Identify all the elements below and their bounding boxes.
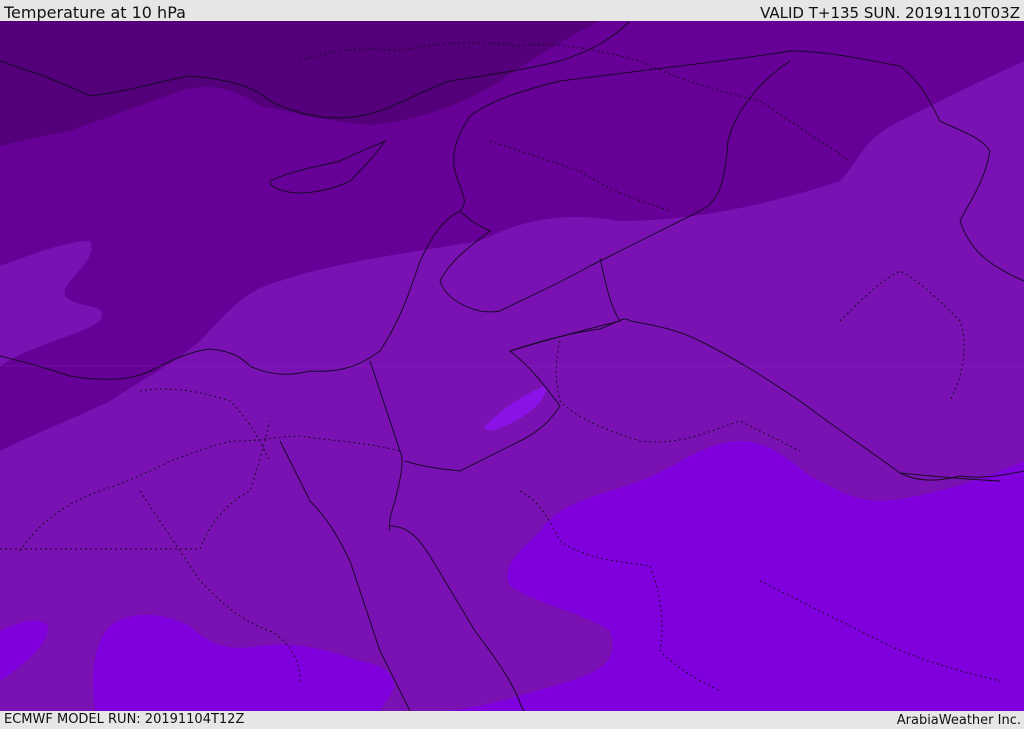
- header-bar: Temperature at 10 hPa VALID T+135 SUN. 2…: [0, 0, 1024, 22]
- weather-map[interactable]: [0, 21, 1024, 711]
- credit-label: ArabiaWeather Inc.: [896, 713, 1021, 728]
- valid-time-label: VALID T+135 SUN. 20191110T03Z: [760, 4, 1020, 22]
- map-title: Temperature at 10 hPa: [4, 3, 186, 22]
- model-run-label: ECMWF MODEL RUN: 20191104T12Z: [4, 712, 245, 727]
- footer-bar: ECMWF MODEL RUN: 20191104T12Z ArabiaWeat…: [0, 711, 1024, 729]
- map-canvas: [0, 21, 1024, 711]
